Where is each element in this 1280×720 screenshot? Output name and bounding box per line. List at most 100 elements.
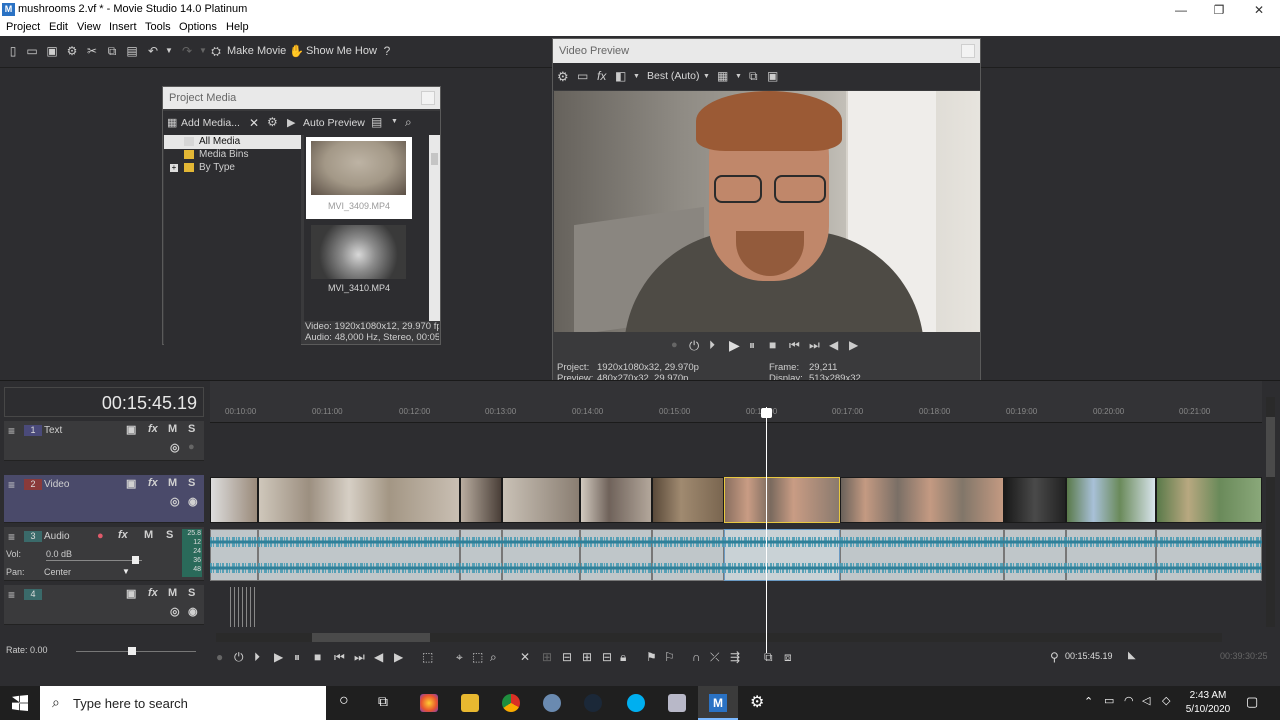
grid-dropdown-icon[interactable]: ▼	[735, 73, 742, 80]
movie-studio-taskbar-button[interactable]: M	[698, 686, 738, 720]
pause-icon[interactable]: ⏸	[749, 338, 755, 353]
volume-slider-handle[interactable]	[132, 556, 139, 564]
video-clip-selected[interactable]	[724, 477, 840, 523]
cut-icon[interactable]: ✂	[85, 44, 99, 58]
tray-overflow-icon[interactable]: ⌃	[1084, 695, 1093, 708]
media-properties-gear-icon[interactable]: ⚙	[267, 115, 278, 129]
undo-dropdown-icon[interactable]: ▼	[162, 44, 176, 58]
restore-icon[interactable]: ❐	[1210, 2, 1228, 18]
video-clip[interactable]	[652, 477, 724, 523]
media-scrollbar[interactable]	[429, 135, 440, 321]
scrollbar-thumb[interactable]	[431, 153, 438, 165]
compositing-icon[interactable]: ◎	[170, 495, 180, 508]
trim-end-icon[interactable]: ⊟	[602, 650, 612, 664]
lock-icon[interactable]: 🔒︎	[620, 650, 626, 665]
make-movie-button[interactable]: Make Movie	[227, 45, 286, 57]
menu-view[interactable]: View	[77, 21, 101, 33]
undo-icon[interactable]: ↶	[146, 44, 160, 58]
view-dropdown-icon[interactable]: ▼	[391, 118, 398, 125]
video-clip[interactable]	[210, 477, 258, 523]
zoom-tool-icon[interactable]: ⌕	[490, 650, 497, 665]
video-clip[interactable]	[840, 477, 1004, 523]
close-icon[interactable]: ✕	[1250, 2, 1268, 18]
wifi-icon[interactable]: ◠	[1124, 694, 1134, 707]
track-fx-button[interactable]: fx	[148, 587, 158, 599]
show-me-how-icon[interactable]: ✋	[289, 44, 304, 58]
cortana-icon[interactable]: ○	[339, 692, 349, 710]
video-clip[interactable]	[1066, 477, 1156, 523]
windows-start-icon[interactable]	[12, 695, 28, 711]
track-name[interactable]: Audio	[44, 531, 70, 542]
previous-frame-icon[interactable]: ◀	[374, 650, 383, 664]
video-clip[interactable]	[1156, 477, 1262, 523]
snapping-icon[interactable]: ∩	[692, 650, 701, 664]
clip-marker[interactable]	[230, 587, 258, 627]
new-icon[interactable]: ▯	[6, 44, 20, 58]
trim-start-icon[interactable]: ⊞	[582, 650, 592, 664]
minimize-icon[interactable]: —	[1172, 2, 1190, 18]
help-cursor-icon[interactable]: ?	[380, 44, 394, 58]
play-from-start-icon[interactable]: ⏵	[254, 650, 260, 665]
delete-icon[interactable]: ✕	[520, 650, 530, 664]
track-fx-button[interactable]: fx	[118, 529, 128, 541]
external-monitor-icon[interactable]: ▭	[577, 69, 588, 83]
app-icon[interactable]	[543, 694, 561, 712]
video-preview-close-button[interactable]	[961, 44, 975, 58]
track-header-text[interactable]: ≡ 1 Text ▣ fx M S ◎ ●	[4, 421, 204, 461]
timeline-hscrollbar[interactable]	[216, 633, 1222, 642]
file-explorer-icon[interactable]	[461, 694, 479, 712]
track-menu-icon[interactable]: ≡	[8, 530, 15, 544]
pan-slider-handle[interactable]: ▼	[122, 567, 130, 576]
play-from-start-icon[interactable]: ⏵	[709, 338, 715, 353]
track-name[interactable]: Text	[44, 425, 62, 436]
search-icon[interactable]: ⌕	[405, 115, 412, 130]
project-media-header[interactable]: Project Media	[163, 87, 440, 109]
go-to-start-icon[interactable]: ⏮	[334, 650, 345, 665]
playhead-marker[interactable]	[761, 408, 772, 418]
previous-frame-icon[interactable]: ◀	[829, 338, 838, 352]
save-snapshot-icon[interactable]: ▣	[767, 69, 778, 83]
track-header-video[interactable]: ≡ 2 Video ▣ fx M S ◎ ◉	[4, 475, 204, 523]
menu-help[interactable]: Help	[226, 21, 249, 33]
track-fx-button[interactable]: fx	[148, 477, 158, 489]
rate-slider-handle[interactable]	[128, 647, 136, 655]
event-fx-icon[interactable]: ⧈	[784, 650, 792, 665]
track-motion-icon[interactable]: ▣	[126, 477, 136, 490]
taskbar-search[interactable]: ⌕ Type here to search	[40, 686, 326, 720]
steam-icon[interactable]	[584, 694, 602, 712]
vscrollbar-thumb[interactable]	[1266, 417, 1275, 477]
video-clip[interactable]	[258, 477, 460, 523]
menu-project[interactable]: Project	[6, 21, 40, 33]
system-clock[interactable]: 2:43 AM 5/10/2020	[1182, 689, 1234, 717]
stop-icon[interactable]: ■	[314, 650, 321, 664]
loop-icon[interactable]: ⏻	[689, 338, 699, 354]
track-mute-button[interactable]: M	[168, 477, 177, 489]
remove-media-icon[interactable]: ✕	[249, 116, 259, 130]
preview-quality-select[interactable]: Best (Auto)	[647, 70, 700, 82]
add-media-icon[interactable]: ▦	[167, 116, 177, 129]
stop-icon[interactable]: ■	[769, 338, 776, 352]
track-mute-button[interactable]: M	[168, 587, 177, 599]
settings-gear-icon[interactable]: ⚙	[750, 692, 764, 712]
volume-icon[interactable]: ◁	[1142, 694, 1150, 707]
track-motion-icon[interactable]: ▣	[126, 587, 136, 600]
go-to-start-icon[interactable]: ⏮	[789, 338, 800, 353]
split-icon[interactable]: ⊟	[562, 650, 572, 664]
track-menu-icon[interactable]: ≡	[8, 588, 15, 602]
copy-snapshot-icon[interactable]: ⧉	[749, 69, 758, 84]
track-header-4[interactable]: ≡ 4 ▣ fx M S ◎ ◉	[4, 585, 204, 625]
auto-ripple-icon[interactable]: ⇶	[730, 650, 740, 664]
mask-icon[interactable]: ●	[188, 441, 195, 453]
view-icon[interactable]: ▤	[371, 115, 382, 129]
grid-icon[interactable]: ▦	[717, 69, 728, 83]
insert-marker-icon[interactable]: ⚑	[646, 650, 657, 664]
loop-icon[interactable]: ⏻	[234, 650, 244, 665]
pause-icon[interactable]: ⏸	[294, 650, 300, 665]
arm-record-icon[interactable]: ●	[97, 530, 104, 542]
record-icon[interactable]: ●	[671, 339, 678, 351]
rate-slider[interactable]	[76, 651, 196, 652]
auto-crossfade-icon[interactable]: ⤫	[710, 650, 720, 665]
properties-gear-icon[interactable]: ⚙	[65, 44, 79, 58]
track-name[interactable]: Video	[44, 479, 69, 490]
menu-insert[interactable]: Insert	[109, 21, 137, 33]
